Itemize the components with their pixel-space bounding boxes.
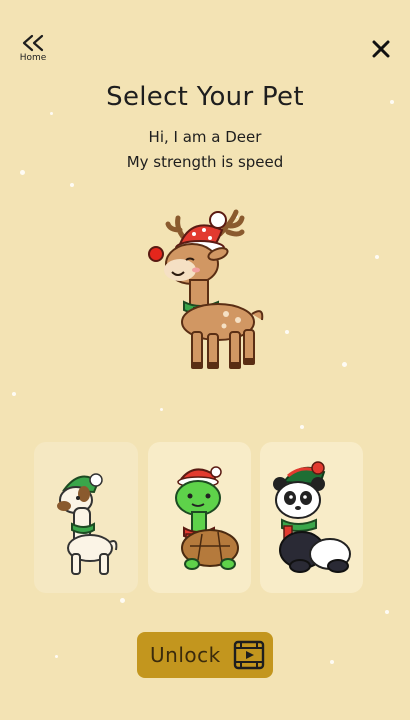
page-title: Select Your Pet: [106, 82, 304, 112]
double-chevron-left-icon: [22, 34, 44, 52]
home-button[interactable]: Home: [16, 34, 50, 63]
close-button[interactable]: [372, 40, 390, 58]
llama-pet-image: [57, 473, 118, 575]
pet-strength-text: My strength is speed: [126, 153, 284, 171]
video-play-icon: [233, 640, 265, 670]
pet-intro-text: Hi, I am a Deer: [148, 128, 262, 146]
pet-card-panda[interactable]: [260, 442, 363, 593]
deer-pet-image: [148, 209, 264, 369]
pet-card-turtle[interactable]: [148, 442, 251, 593]
pet-card-llama[interactable]: [34, 442, 138, 593]
panda-pet-image: [273, 461, 351, 573]
unlock-label: Unlock: [150, 643, 221, 667]
unlock-button[interactable]: Unlock: [137, 632, 273, 678]
close-icon: [372, 40, 390, 58]
home-label: Home: [19, 53, 47, 63]
turtle-pet-image: [175, 466, 239, 570]
